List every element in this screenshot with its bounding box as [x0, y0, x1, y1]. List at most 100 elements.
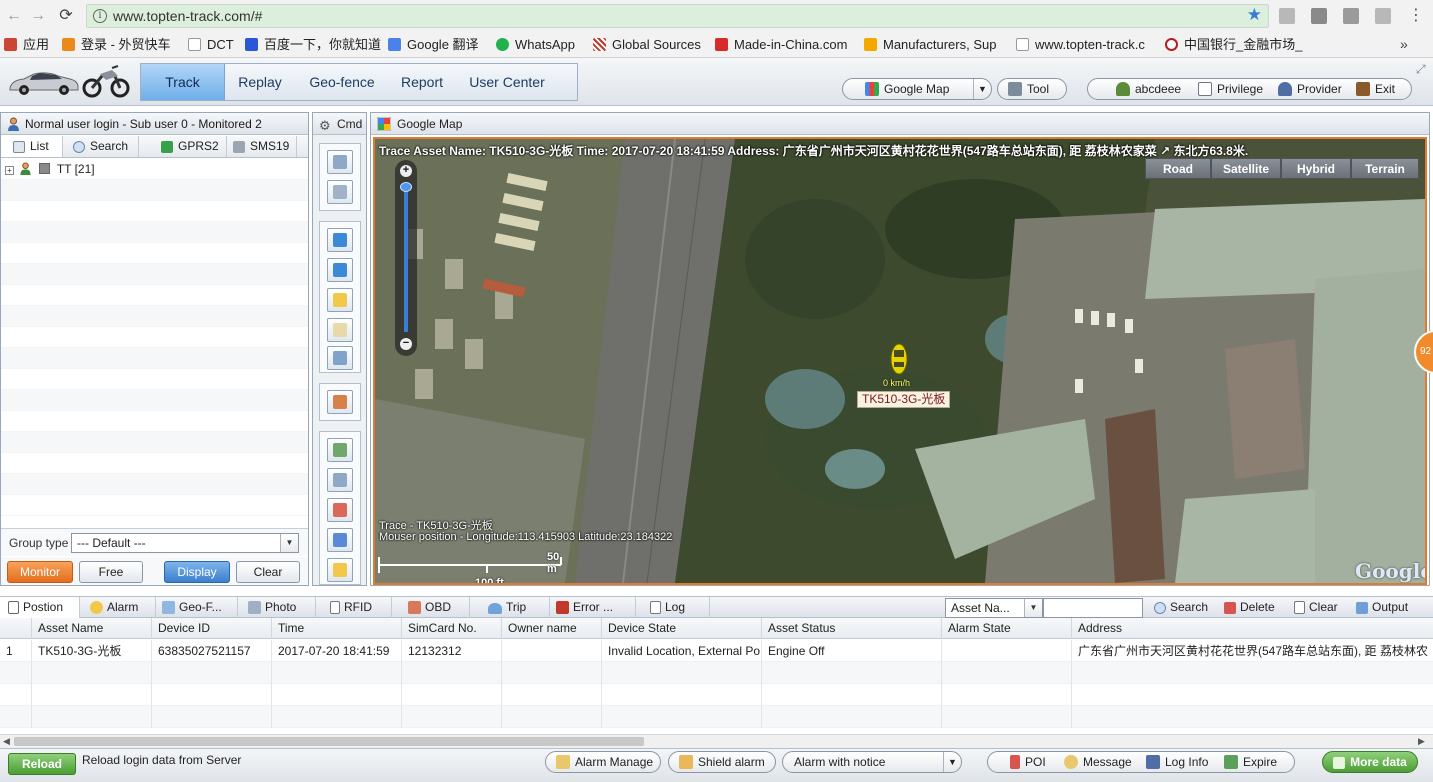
tab-geo-fence[interactable]: Geo-fence: [295, 64, 389, 100]
satellite-map[interactable]: Trace Asset Name: TK510-3G-光板 Time: 2017…: [373, 137, 1427, 585]
tool-button[interactable]: Tool: [997, 78, 1067, 100]
zoom-slider-handle[interactable]: [400, 182, 412, 192]
tree-node-tt[interactable]: + TT [21]: [5, 160, 95, 178]
tab-report[interactable]: Report: [389, 64, 455, 100]
horizontal-scrollbar[interactable]: ◀ ▶: [0, 734, 1433, 748]
alarm-manage-button[interactable]: Alarm Manage: [545, 751, 661, 773]
alarm-notice-select[interactable]: Alarm with notice ▼: [782, 751, 962, 773]
back-arrow-icon[interactable]: ←: [4, 6, 24, 26]
filter-field-select[interactable]: Asset Na... ▼: [945, 598, 1043, 618]
bookmark-item[interactable]: Made-in-China.com: [715, 37, 849, 53]
clear-button[interactable]: Clear: [236, 561, 300, 583]
message-button[interactable]: Message: [1064, 752, 1132, 772]
zoom-in-button[interactable]: +: [400, 165, 412, 177]
bookmark-star-icon[interactable]: ★: [1247, 5, 1262, 25]
tab-log[interactable]: Log: [636, 597, 710, 618]
zoom-out-button[interactable]: −: [400, 338, 412, 350]
tab-trip[interactable]: Trip: [470, 597, 550, 618]
cmd-settings-button[interactable]: [327, 390, 353, 414]
monitor-button[interactable]: Monitor: [7, 561, 73, 583]
bookmarks-more-icon[interactable]: »: [1400, 36, 1408, 52]
column-header[interactable]: SimCard No.: [402, 618, 502, 639]
cmd-document-button[interactable]: [327, 318, 353, 342]
map-type-road[interactable]: Road: [1145, 158, 1211, 179]
address-bar[interactable]: i www.topten-track.com/# ★: [86, 4, 1269, 28]
tab-obd[interactable]: OBD: [392, 597, 470, 618]
chevron-down-icon[interactable]: ▼: [1024, 599, 1042, 617]
column-header[interactable]: Device State: [602, 618, 762, 639]
free-button[interactable]: Free: [79, 561, 143, 583]
extension-icon[interactable]: [1311, 8, 1327, 24]
bookmark-item[interactable]: Global Sources: [593, 37, 701, 53]
bookmark-item[interactable]: www.topten-track.c: [1016, 37, 1150, 53]
privilege-button[interactable]: Privilege: [1198, 79, 1263, 99]
bookmark-item[interactable]: 中国银行_金融市场_: [1165, 37, 1307, 53]
tab-sms[interactable]: SMS19: [227, 136, 297, 157]
column-header[interactable]: Time: [272, 618, 402, 639]
tab-position[interactable]: Postion: [0, 597, 80, 618]
cmd-locate-button[interactable]: [327, 150, 353, 174]
group-type-select[interactable]: --- Default --- ▼: [71, 533, 299, 553]
scrollbar-thumb[interactable]: [14, 737, 644, 746]
tab-photo[interactable]: Photo: [238, 597, 316, 618]
checkbox[interactable]: [38, 163, 50, 174]
browser-menu-icon[interactable]: ⋮: [1408, 5, 1424, 25]
map-type-hybrid[interactable]: Hybrid: [1281, 158, 1351, 179]
column-header[interactable]: Address: [1072, 618, 1433, 639]
tab-rfid[interactable]: RFID: [316, 597, 392, 618]
chevron-down-icon[interactable]: ▼: [943, 752, 961, 772]
grid-clear-button[interactable]: Clear: [1288, 597, 1352, 618]
column-header[interactable]: Asset Status: [762, 618, 942, 639]
cmd-more-button[interactable]: [327, 558, 353, 582]
bookmark-item[interactable]: DCT: [188, 37, 234, 53]
more-data-button[interactable]: More data: [1322, 751, 1418, 773]
cmd-copy-button[interactable]: [327, 468, 353, 492]
tab-track[interactable]: Track: [141, 64, 225, 100]
tab-gprs[interactable]: GPRS2: [153, 136, 227, 157]
grid-search-button[interactable]: Search: [1148, 597, 1218, 618]
map-type-satellite[interactable]: Satellite: [1211, 158, 1281, 179]
bookmark-item[interactable]: Manufacturers, Sup: [864, 37, 1001, 53]
reload-button[interactable]: Reload: [8, 753, 76, 775]
display-button[interactable]: Display: [164, 561, 230, 583]
tab-list[interactable]: List: [1, 136, 63, 157]
vehicle-label[interactable]: TK510-3G-光板: [857, 391, 951, 408]
expire-button[interactable]: Expire: [1224, 752, 1277, 772]
map-provider-select[interactable]: Google Map ▼: [842, 78, 992, 100]
cmd-refresh-button[interactable]: [327, 180, 353, 204]
bookmark-item[interactable]: Google 翻译: [388, 37, 479, 53]
provider-button[interactable]: Provider: [1278, 79, 1342, 99]
column-header[interactable]: Device ID: [152, 618, 272, 639]
bookmark-item[interactable]: 登录 - 外贸快车: [62, 37, 171, 53]
column-header[interactable]: Owner name: [502, 618, 602, 639]
zoom-track[interactable]: [404, 186, 408, 332]
reload-icon[interactable]: ⟳: [56, 6, 76, 26]
tab-error[interactable]: Error ...: [550, 597, 636, 618]
bookmark-apps[interactable]: 应用: [4, 37, 49, 53]
cmd-note-button[interactable]: [327, 288, 353, 312]
chevron-down-icon[interactable]: ▼: [973, 79, 991, 99]
tab-alarm[interactable]: Alarm: [80, 597, 156, 618]
fullscreen-icon[interactable]: ⤢: [1416, 62, 1428, 76]
filter-input[interactable]: [1043, 598, 1143, 618]
tab-search[interactable]: Search: [63, 136, 139, 157]
extension-icon[interactable]: [1343, 8, 1359, 24]
column-header[interactable]: Alarm State: [942, 618, 1072, 639]
scroll-left-icon[interactable]: ◀: [3, 735, 10, 748]
expand-icon[interactable]: +: [5, 166, 14, 175]
vehicle-marker-icon[interactable]: [889, 342, 909, 376]
chevron-down-icon[interactable]: ▼: [280, 534, 298, 552]
forward-arrow-icon[interactable]: →: [28, 6, 48, 26]
cmd-arrow-right-button[interactable]: [327, 258, 353, 282]
exit-button[interactable]: Exit: [1356, 79, 1395, 99]
cmd-move-button[interactable]: [327, 528, 353, 552]
user-button[interactable]: abcdeee: [1116, 79, 1181, 99]
cmd-export-button[interactable]: [327, 498, 353, 522]
cmd-map-button[interactable]: [327, 438, 353, 462]
grid-output-button[interactable]: Output: [1352, 597, 1428, 618]
tab-geo-fence[interactable]: Geo-F...: [156, 597, 238, 618]
shield-alarm-button[interactable]: Shield alarm: [668, 751, 776, 773]
column-header[interactable]: Asset Name: [32, 618, 152, 639]
tab-user-center[interactable]: User Center: [455, 64, 559, 100]
bookmark-item[interactable]: 百度一下，你就知道: [245, 37, 381, 53]
